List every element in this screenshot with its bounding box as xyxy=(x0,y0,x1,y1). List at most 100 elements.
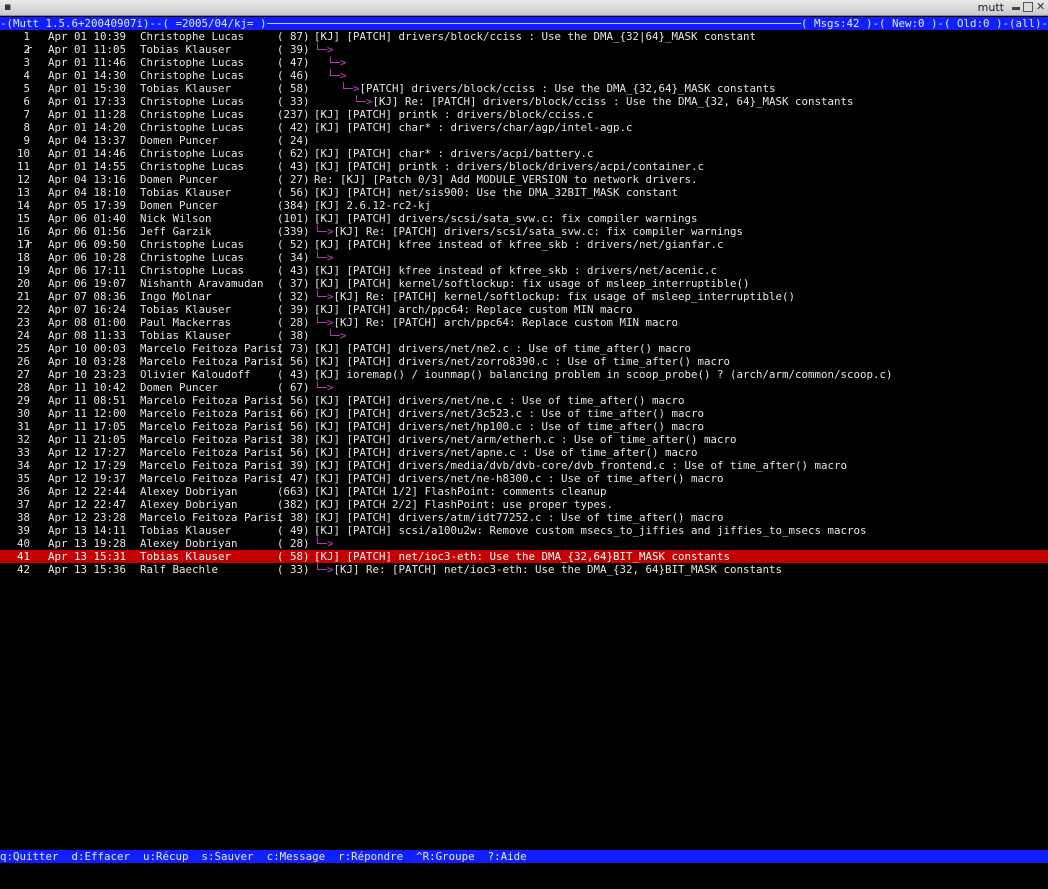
message-number: 20 xyxy=(16,277,30,290)
message-number: 11 xyxy=(16,160,30,173)
message-row[interactable]: 29 Apr 11 08:51 Marcelo Feitoza Parisi( 56… xyxy=(0,394,1048,407)
thread-tree-arrow: └─> xyxy=(314,225,334,238)
message-row[interactable]: 12 Apr 04 13:16 Domen Puncer ( 27) Re: [KJ] … xyxy=(0,173,1048,186)
message-row[interactable]: 26 Apr 10 03:28 Marcelo Feitoza Parisi( 56… xyxy=(0,355,1048,368)
message-size: ( 73) xyxy=(277,342,310,355)
message-row[interactable]: 2 r Apr 01 11:05 Tobias Klauser( 39) └─> xyxy=(0,43,1048,56)
help-item: r:Répondre xyxy=(338,850,404,863)
message-row[interactable]: 11 Apr 01 14:55 Christophe Lucas ( 43) [KJ] … xyxy=(0,160,1048,173)
help-item: c:Message xyxy=(266,850,326,863)
message-row[interactable]: 19 Apr 06 17:11 Christophe Lucas ( 43) [KJ] … xyxy=(0,264,1048,277)
message-row[interactable]: 8 Apr 01 14:20 Christophe Lucas ( 42) [KJ] [… xyxy=(0,121,1048,134)
message-row[interactable]: 25 Apr 10 00:03 Marcelo Feitoza Parisi( 73… xyxy=(0,342,1048,355)
message-row[interactable]: 27 Apr 10 23:23 Olivier Kaloudoff ( 43) [KJ]… xyxy=(0,368,1048,381)
message-row[interactable]: 28 Apr 11 10:42 Domen Puncer ( 67) └─> xyxy=(0,381,1048,394)
message-size: ( 56) xyxy=(277,446,310,459)
message-number: 33 xyxy=(16,446,30,459)
message-size: ( 52) xyxy=(277,238,310,251)
message-subject: [KJ] Re: [PATCH] net/ioc3-eth: Use the D… xyxy=(333,563,783,576)
message-row[interactable]: 7 Apr 01 11:28 Christophe Lucas (237) [KJ] [… xyxy=(0,108,1048,121)
terminal[interactable]: -(Mutt 1.5.6+20040907i)--( =2005/04/kj= … xyxy=(0,17,1048,883)
message-row[interactable]: 22 Apr 07 16:24 Tobias Klauser ( 39) [KJ] [P… xyxy=(0,303,1048,316)
message-date: Apr 08 11:33 xyxy=(48,329,127,342)
message-author: Christophe Lucas xyxy=(140,160,245,173)
message-subject: [KJ] [PATCH] printk : drivers/block/driv… xyxy=(314,160,705,173)
message-date: Apr 12 22:47 xyxy=(48,498,127,511)
message-row[interactable]: 23 Apr 08 01:00 Paul Mackerras ( 28) └─>[KJ]… xyxy=(0,316,1048,329)
message-row[interactable]: 37 Apr 12 22:47 Alexey Dobriyan (382) [KJ] [… xyxy=(0,498,1048,511)
message-row[interactable]: 38 Apr 12 23:28 Marcelo Feitoza Parisi( 38… xyxy=(0,511,1048,524)
message-number: 40 xyxy=(16,537,30,550)
thread-tree-arrow: └─> xyxy=(314,43,334,56)
message-number: 8 xyxy=(23,121,30,134)
message-row[interactable]: 42 Apr 13 15:36 Ralf Baechle ( 33) └─>[KJ] R… xyxy=(0,563,1048,576)
message-row[interactable]: 4 Apr 01 14:30 Christophe Lucas ( 46) └─> xyxy=(0,69,1048,82)
message-size: ( 38) xyxy=(277,433,310,446)
message-subject-cell: [KJ] [PATCH] drivers/net/zorro8390.c : U… xyxy=(314,355,730,368)
message-author: Marcelo Feitoza Parisi xyxy=(140,394,284,407)
message-date: Apr 07 08:36 xyxy=(48,290,127,303)
message-row[interactable]: 13 Apr 04 18:10 Tobias Klauser ( 56) [KJ] [P… xyxy=(0,186,1048,199)
close-icon[interactable]: ✕ xyxy=(1036,1,1046,12)
message-row[interactable]: 34 Apr 12 17:29 Marcelo Feitoza Parisi( 39… xyxy=(0,459,1048,472)
message-subject-cell: [KJ] [PATCH] net/sis900: Use the DMA_32B… xyxy=(314,186,678,199)
message-number: 19 xyxy=(16,264,30,277)
message-row[interactable]: 17 r Apr 06 09:50 Christophe Lucas( 52) [KJ]… xyxy=(0,238,1048,251)
message-size: ( 47) xyxy=(277,56,310,69)
status-right: ( Msgs:42 )-( New:0 )-( Old:0 )-(all)- xyxy=(800,17,1048,30)
message-row[interactable]: 1 Apr 01 10:39 Christophe Lucas ( 87) [KJ] [… xyxy=(0,30,1048,43)
message-author: Christophe Lucas xyxy=(140,30,245,43)
message-row[interactable]: 3 Apr 01 11:46 Christophe Lucas ( 47) └─> xyxy=(0,56,1048,69)
message-date: Apr 12 17:27 xyxy=(48,446,127,459)
maximize-icon[interactable] xyxy=(1023,2,1033,12)
message-row-selected[interactable]: 41 Apr 13 15:31 Tobias Klauser ( 58) [KJ] [P… xyxy=(0,550,1048,563)
message-subject-cell: [KJ] [PATCH] drivers/net/3c523.c : Use o… xyxy=(314,407,704,420)
message-row[interactable]: 39 Apr 13 14:11 Tobias Klauser ( 49) [KJ] [P… xyxy=(0,524,1048,537)
message-row[interactable]: 5 Apr 01 15:30 Tobias Klauser ( 58) └─>[PAT… xyxy=(0,82,1048,95)
message-subject-cell: └─> xyxy=(314,56,347,69)
message-author: Christophe Lucas xyxy=(140,69,245,82)
message-number: 6 xyxy=(23,95,30,108)
message-row[interactable]: 18 Apr 06 10:28 Christophe Lucas ( 34) └─> xyxy=(0,251,1048,264)
message-subject-cell: └─>[KJ] Re: [PATCH] drivers/scsi/sata_sv… xyxy=(314,225,743,238)
message-subject: Re: [KJ] [Patch 0/3] Add MODULE_VERSION … xyxy=(314,173,698,186)
message-date: Apr 11 12:00 xyxy=(48,407,127,420)
message-row[interactable]: 9 Apr 04 13:37 Domen Puncer ( 24) xyxy=(0,134,1048,147)
message-row[interactable]: 15 Apr 06 01:40 Nick Wilson (101) [KJ] [PATC… xyxy=(0,212,1048,225)
message-number: 9 xyxy=(23,134,30,147)
message-size: (237) xyxy=(277,108,310,121)
message-subject-cell: [KJ] [PATCH] printk : drivers/block/driv… xyxy=(314,160,704,173)
message-subject-cell: [KJ] [PATCH] kernel/softlockup: fix usag… xyxy=(314,277,750,290)
message-row[interactable]: 16 Apr 06 01:56 Jeff Garzik (339) └─>[KJ] Re… xyxy=(0,225,1048,238)
message-row[interactable]: 20 Apr 06 19:07 Nishanth Aravamudan ( 37) [K… xyxy=(0,277,1048,290)
window-menu-icon[interactable]: ▪ xyxy=(4,0,11,14)
message-date: Apr 01 11:28 xyxy=(48,108,127,121)
message-author: Marcelo Feitoza Parisi xyxy=(140,472,284,485)
message-row[interactable]: 40 Apr 13 19:28 Alexey Dobriyan ( 28) └─> xyxy=(0,537,1048,550)
message-date: Apr 13 19:28 xyxy=(48,537,127,550)
message-row[interactable]: 32 Apr 11 21:05 Marcelo Feitoza Parisi( 38… xyxy=(0,433,1048,446)
message-number: 16 xyxy=(16,225,30,238)
message-date: Apr 12 22:44 xyxy=(48,485,127,498)
message-row[interactable]: 21 Apr 07 08:36 Ingo Molnar ( 32) └─>[KJ] Re… xyxy=(0,290,1048,303)
message-row[interactable]: 14 Apr 05 17:39 Domen Puncer (384) [KJ] 2.6.… xyxy=(0,199,1048,212)
message-row[interactable]: 33 Apr 12 17:27 Marcelo Feitoza Parisi( 56… xyxy=(0,446,1048,459)
message-row[interactable]: 6 Apr 01 17:33 Christophe Lucas ( 33) └─>[K… xyxy=(0,95,1048,108)
message-row[interactable]: 36 Apr 12 22:44 Alexey Dobriyan (663) [KJ] [… xyxy=(0,485,1048,498)
message-date: Apr 01 15:30 xyxy=(48,82,127,95)
message-row[interactable]: 31 Apr 11 17:05 Marcelo Feitoza Parisi( 56… xyxy=(0,420,1048,433)
message-subject-cell: [KJ] ioremap() / iounmap() balancing pro… xyxy=(314,368,893,381)
message-row[interactable]: 30 Apr 11 12:00 Marcelo Feitoza Parisi( 66… xyxy=(0,407,1048,420)
message-size: ( 49) xyxy=(277,524,310,537)
message-row[interactable]: 35 Apr 12 19:37 Marcelo Feitoza Parisi( 47… xyxy=(0,472,1048,485)
minimize-icon[interactable] xyxy=(1012,7,1020,10)
message-row[interactable]: 24 Apr 08 11:33 Tobias Klauser ( 38) └─> xyxy=(0,329,1048,342)
message-row[interactable]: 10 Apr 01 14:46 Christophe Lucas ( 62) [KJ] … xyxy=(0,147,1048,160)
message-size: ( 27) xyxy=(277,173,310,186)
message-date: Apr 13 14:11 xyxy=(48,524,127,537)
message-number: 39 xyxy=(16,524,30,537)
message-author: Christophe Lucas xyxy=(140,108,245,121)
message-number: 14 xyxy=(16,199,30,212)
message-size: ( 39) xyxy=(277,459,310,472)
message-author: Alexey Dobriyan xyxy=(140,485,238,498)
